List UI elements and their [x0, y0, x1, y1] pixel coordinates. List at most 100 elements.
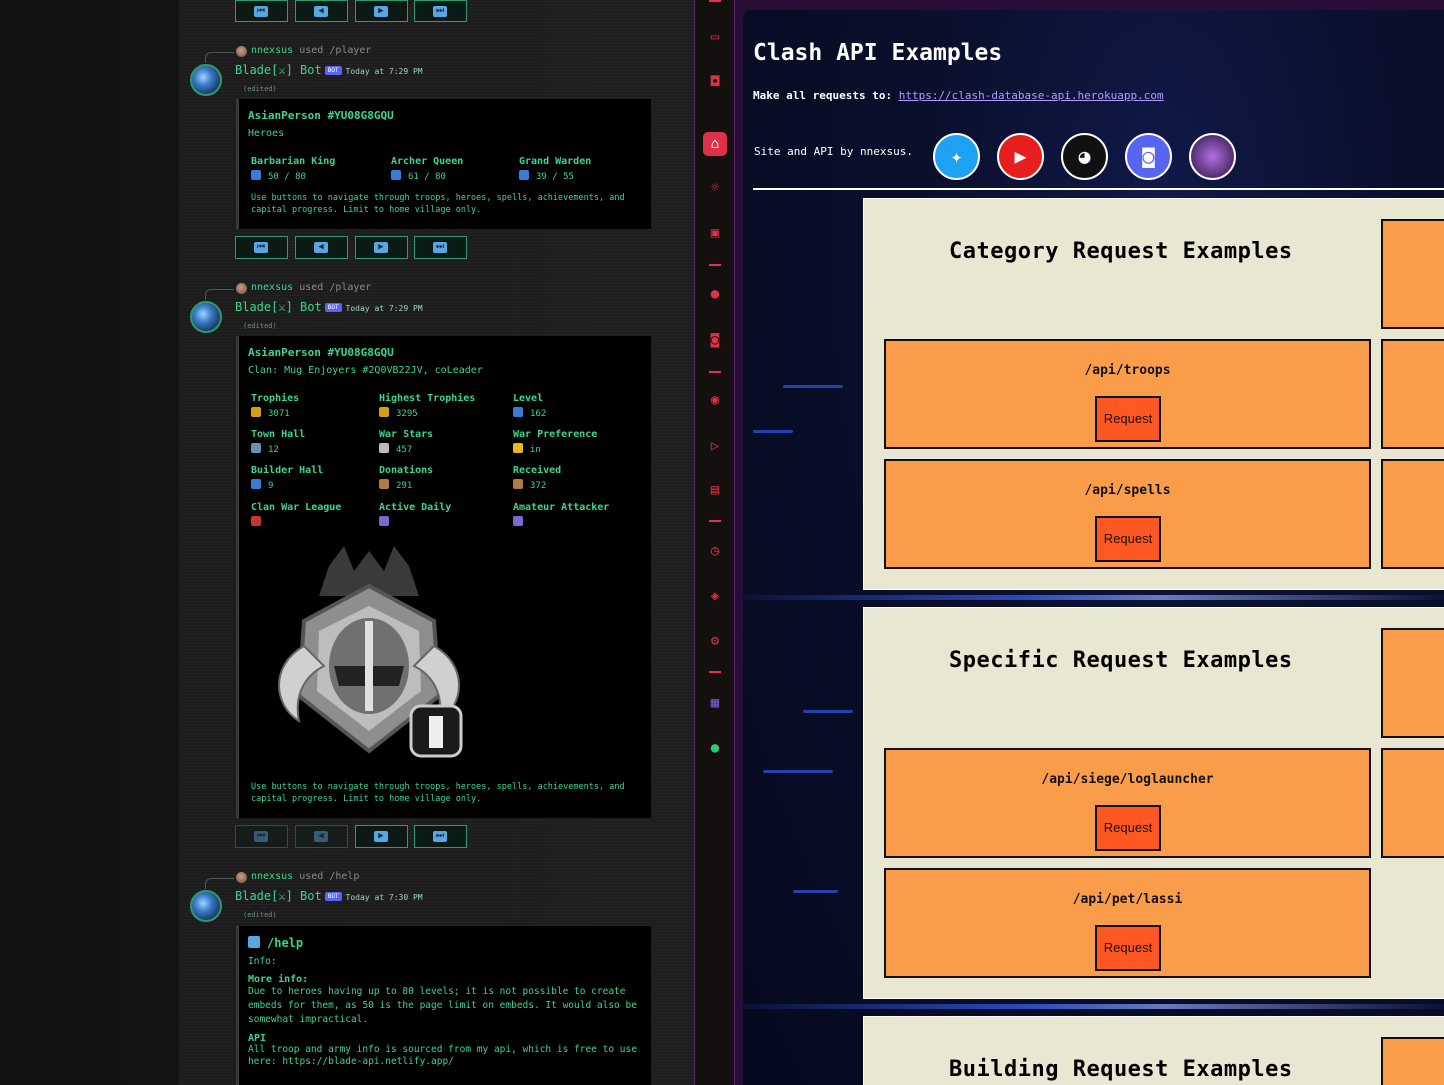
play-icon[interactable]: ◉	[705, 390, 725, 410]
prev-page-button[interactable]: ◀	[295, 0, 348, 22]
edited-label: (edited)	[243, 85, 277, 93]
request-button[interactable]: Request	[1095, 516, 1161, 562]
reply-avatar[interactable]	[236, 872, 247, 883]
clock-icon[interactable]: ◷	[705, 541, 725, 561]
message-author[interactable]: Blade[⚔] Bot BOT Today at 7:29 PM	[235, 300, 423, 314]
next-page-button[interactable]: ▶	[355, 236, 408, 259]
crown-icon	[513, 443, 523, 453]
first-page-button[interactable]: ⏮	[235, 0, 288, 22]
bot-avatar[interactable]	[190, 890, 222, 922]
reply-avatar[interactable]	[236, 283, 247, 294]
prev-page-icon: ◀	[314, 242, 328, 253]
shield-icon	[513, 407, 523, 417]
hero-field: Barbarian King 50 / 80	[251, 156, 336, 182]
bot-tag: BOT	[324, 66, 342, 75]
video-icon[interactable]: ▣	[705, 223, 725, 243]
embed-subtitle: Heroes	[248, 128, 285, 139]
api-text: All troop and army info is sourced from …	[248, 1044, 637, 1067]
stat-field: Highest Trophies 3295	[379, 393, 476, 419]
reply-connector	[205, 289, 234, 300]
message-author[interactable]: Blade[⚔] Bot BOT Today at 7:29 PM	[235, 63, 423, 77]
sidebar-separator	[709, 520, 721, 522]
byline: Site and API by nnexsus.	[754, 145, 913, 158]
profile-icon[interactable]	[1189, 133, 1236, 180]
request-card: /api/siege/loglauncher Request	[884, 748, 1371, 858]
next-page-icon: ▶	[374, 831, 388, 842]
prev-page-icon: ◀	[314, 6, 328, 17]
bot-tag: BOT	[324, 303, 342, 312]
next-page-button[interactable]: ▶	[355, 0, 408, 22]
background-streak	[803, 710, 853, 713]
wallet-icon[interactable]: ▤	[705, 480, 725, 500]
cwl-icon	[251, 516, 261, 526]
request-card-partial	[1381, 219, 1444, 329]
api-examples-page: Clash API Examples Make all requests to:…	[743, 10, 1444, 1085]
sidebar-separator	[709, 264, 721, 266]
extension-icon[interactable]: ●	[705, 738, 725, 758]
stat-field: Active Daily	[379, 502, 451, 528]
sidebar-separator	[709, 0, 721, 2]
gear-icon[interactable]: ⚙	[705, 631, 725, 651]
more-info-text: Due to heroes having up to 80 levels; it…	[248, 986, 637, 1025]
cube-icon[interactable]: ◈	[705, 586, 725, 606]
first-page-button[interactable]: ⏮	[235, 825, 288, 848]
stat-field: Donations 291	[379, 465, 434, 491]
endpoint-path: /api/pet/lassi	[1072, 892, 1183, 907]
timestamp: Today at 7:30 PM	[345, 893, 423, 902]
page-title: Clash API Examples	[753, 40, 1003, 66]
twitch-icon[interactable]: ◘	[705, 72, 725, 92]
prev-page-button[interactable]: ◀	[295, 236, 348, 259]
twitter-icon[interactable]: ✦	[933, 133, 980, 180]
shield-icon	[519, 170, 529, 180]
stat-field: Clan War League	[251, 502, 341, 528]
request-card-partial	[1381, 459, 1444, 569]
request-button[interactable]: Request	[1095, 396, 1161, 442]
reply-header[interactable]: nnexsus used /player	[251, 45, 371, 56]
reply-header[interactable]: nnexsus used /help	[251, 871, 359, 882]
api-heading: API	[248, 1033, 267, 1044]
embed-subtitle: Clan: Mug Enjoyers #2Q0VB22JV, coLeader	[248, 365, 483, 376]
edited-label: (edited)	[243, 911, 277, 919]
label-icon	[513, 516, 523, 526]
bot-avatar[interactable]	[190, 64, 222, 96]
background-streak	[763, 770, 833, 773]
next-page-button[interactable]: ▶	[355, 825, 408, 848]
first-page-button[interactable]: ⏮	[235, 236, 288, 259]
prev-page-button[interactable]: ◀	[295, 825, 348, 848]
send-icon[interactable]: ▷	[705, 436, 725, 456]
bag-icon[interactable]: ▭	[705, 27, 725, 47]
last-page-button[interactable]: ⏭	[414, 0, 467, 22]
request-card: /api/troops Request	[884, 339, 1371, 449]
timestamp: Today at 7:29 PM	[345, 304, 423, 313]
last-page-button[interactable]: ⏭	[414, 825, 467, 848]
reply-avatar[interactable]	[236, 46, 247, 57]
embed-footer: Use buttons to navigate through troops, …	[251, 782, 625, 804]
specific-section: Specific Request Examples /api/siege/log…	[863, 607, 1444, 999]
base-url-link[interactable]: https://clash-database-api.herokuapp.com	[899, 89, 1164, 102]
youtube-icon[interactable]: ▶	[997, 133, 1044, 180]
discord-icon[interactable]: ◙	[1125, 133, 1172, 180]
building-section: Building Request Examples	[863, 1016, 1444, 1085]
town-hall-icon	[251, 443, 261, 453]
heroes-embed: AsianPerson #YU08G8GQU Heroes Barbarian …	[236, 99, 651, 229]
request-card: /api/pet/lassi Request	[884, 868, 1371, 978]
discord-icon[interactable]: ◙	[705, 330, 725, 350]
last-page-button[interactable]: ⏭	[414, 236, 467, 259]
message-author[interactable]: Blade[⚔] Bot BOT Today at 7:30 PM	[235, 889, 423, 903]
sidebar-separator	[709, 671, 721, 673]
endpoint-path: /api/siege/loglauncher	[1041, 772, 1214, 787]
request-button[interactable]: Request	[1095, 925, 1161, 971]
home-icon[interactable]: ⌂	[703, 132, 727, 156]
bot-avatar[interactable]	[190, 301, 222, 333]
twitter-icon[interactable]: ●	[705, 284, 725, 304]
github-icon[interactable]: ◕	[1061, 133, 1108, 180]
embed-title: /help	[267, 936, 304, 950]
background-streak	[753, 430, 793, 433]
app-icon[interactable]: ▦	[705, 693, 725, 713]
reply-header[interactable]: nnexsus used /player	[251, 282, 371, 293]
stat-field: Level 162	[513, 393, 547, 419]
sun-icon[interactable]: ☼	[705, 178, 725, 198]
info-label: Info:	[248, 956, 277, 967]
section-title: Specific Request Examples	[949, 648, 1293, 673]
request-button[interactable]: Request	[1095, 805, 1161, 851]
